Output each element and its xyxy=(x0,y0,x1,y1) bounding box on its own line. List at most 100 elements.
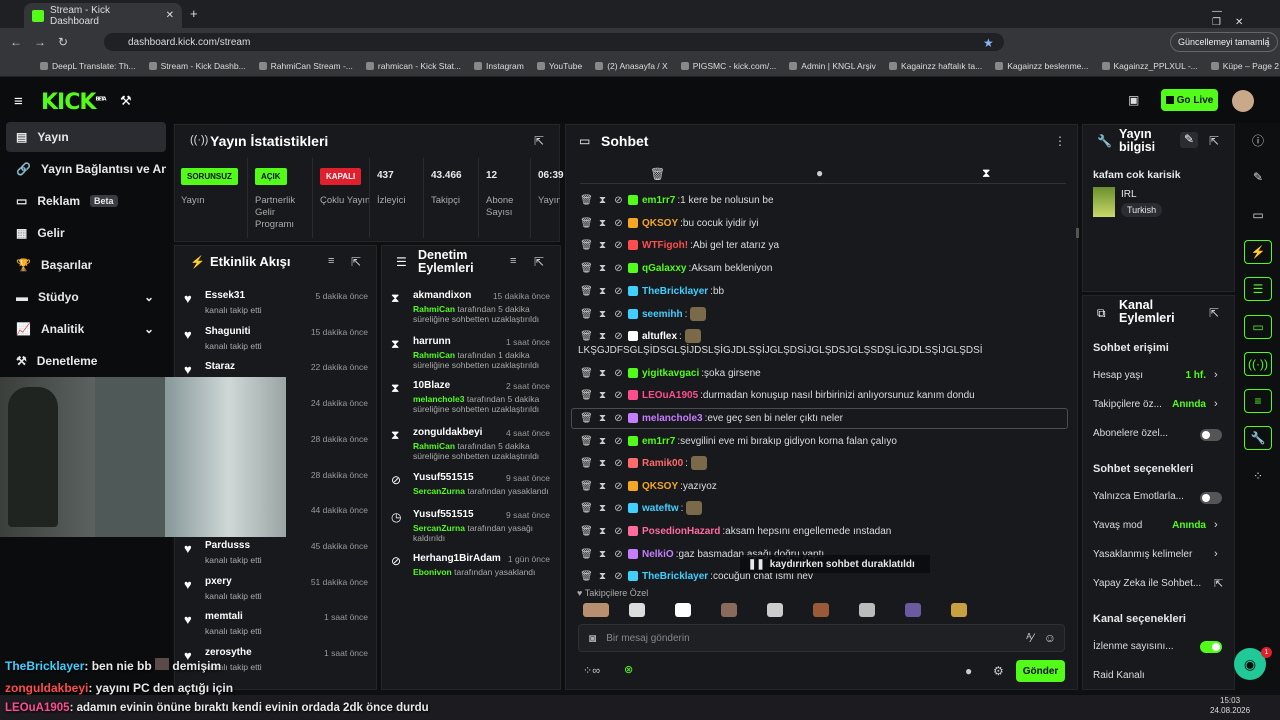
chat-gear-icon[interactable]: ⚙ xyxy=(993,664,1004,678)
ban-icon[interactable]: ⊘ xyxy=(612,549,625,560)
mod-by[interactable]: RahmiCan xyxy=(413,441,455,451)
ban-icon[interactable]: ⊘ xyxy=(612,458,625,469)
emote-option[interactable] xyxy=(583,603,609,617)
sidebar-item-2[interactable]: ▭ Reklam Beta xyxy=(6,186,166,216)
timeout-icon[interactable]: ⧗ xyxy=(596,286,609,297)
chevron-right-icon[interactable]: › xyxy=(1214,398,1218,410)
hammer-icon[interactable]: ⚒ xyxy=(120,93,132,109)
mod-by[interactable]: SercanZurna xyxy=(413,523,465,533)
emote-only-toggle[interactable] xyxy=(1200,492,1222,504)
bookmark-item[interactable]: (2) Anasayfa / X xyxy=(595,61,668,71)
info-popout-icon[interactable]: ⇱ xyxy=(1209,134,1219,148)
url-field[interactable]: dashboard.kick.com/stream xyxy=(104,33,1004,51)
mod-by[interactable]: Ebonivon xyxy=(413,567,452,577)
timeout-icon[interactable]: ⧗ xyxy=(596,368,609,379)
ban-icon[interactable]: ⊘ xyxy=(612,263,625,274)
bookmark-item[interactable]: Kagainzz beslenme... xyxy=(995,61,1089,71)
timeout-icon[interactable]: ⧗ xyxy=(596,458,609,469)
browser-tab[interactable]: Stream - Kick Dashboard ✕ xyxy=(24,3,182,28)
activity-user[interactable]: memtali xyxy=(205,611,243,622)
ban-icon[interactable]: ⊘ xyxy=(612,503,625,514)
close-tab-icon[interactable]: ✕ xyxy=(166,10,174,21)
emote-option[interactable] xyxy=(951,603,967,617)
option-label[interactable]: Yalnızca Emotlarla... xyxy=(1093,491,1184,502)
sidebar-item-0[interactable]: ▤ Yayın xyxy=(6,122,166,152)
activity-popout-icon[interactable]: ⇱ xyxy=(351,255,361,269)
chevron-down-icon[interactable]: ⌄ xyxy=(144,290,154,304)
delete-message-icon[interactable]: 🗑 xyxy=(580,286,593,297)
ban-icon[interactable]: ⊘ xyxy=(612,218,625,229)
chat-username[interactable]: TheBricklayer xyxy=(642,571,708,582)
emote-option[interactable] xyxy=(675,603,691,617)
bookmark-star-icon[interactable]: ★ xyxy=(983,36,994,50)
timeout-icon[interactable]: ⧗ xyxy=(596,571,609,582)
chat-username[interactable]: wateftw xyxy=(642,503,679,514)
bookmark-item[interactable]: Kagainzz_PPLXUL -... xyxy=(1101,61,1198,71)
sidebar-item-7[interactable]: ⚒ Denetleme xyxy=(6,346,166,376)
option-label[interactable]: Yasaklanmış kelimeler xyxy=(1093,549,1192,560)
bookmark-item[interactable]: Kagainzz haftalık ta... xyxy=(888,61,982,71)
mod-list-icon[interactable]: ☰ xyxy=(1244,277,1272,302)
delete-message-icon[interactable]: 🗑 xyxy=(580,195,593,206)
sidebar-item-3[interactable]: ▦ Gelir xyxy=(6,218,166,248)
emoji-icon[interactable]: ☺ xyxy=(1044,631,1056,645)
infinity-icon[interactable]: ⁘∞ xyxy=(583,664,600,677)
delete-message-icon[interactable]: 🗑 xyxy=(580,526,593,537)
mod-user[interactable]: akmandixon xyxy=(413,290,471,301)
timeout-icon[interactable]: ⧗ xyxy=(596,263,609,274)
sidebar-item-4[interactable]: 🏆 Başarılar xyxy=(6,250,166,280)
option-label[interactable]: Yavaş mod xyxy=(1093,520,1142,531)
ban-icon[interactable]: ⊘ xyxy=(612,240,625,251)
new-tab-button[interactable]: + xyxy=(190,6,198,21)
action-label[interactable]: Abonelere özel... xyxy=(1093,428,1168,439)
bookmark-item[interactable]: RahmiCan Stream -... xyxy=(258,61,353,71)
more-icon[interactable]: ⁘ xyxy=(1244,464,1272,488)
action-value[interactable]: 1 hf. xyxy=(1160,370,1206,381)
ban-icon[interactable]: ⊘ xyxy=(612,571,625,582)
delete-message-icon[interactable]: 🗑 xyxy=(580,571,593,582)
ban-icon[interactable]: ⊘ xyxy=(612,286,625,297)
timeout-icon[interactable]: ⧗ xyxy=(596,240,609,251)
chat-username[interactable]: PosedionHazard xyxy=(642,526,720,537)
activity-user[interactable]: Essek31 xyxy=(205,290,245,301)
ban-icon[interactable]: ⊘ xyxy=(612,526,625,537)
delete-message-icon[interactable]: 🗑 xyxy=(580,331,593,342)
delete-message-icon[interactable]: 🗑 xyxy=(580,481,593,492)
emote-option[interactable] xyxy=(813,603,829,617)
hourglass-filter-icon[interactable]: ⧗ xyxy=(982,166,990,181)
timeout-icon[interactable]: ⧗ xyxy=(596,549,609,560)
bookmark-item[interactable]: YouTube xyxy=(536,61,582,71)
actions-popout-icon[interactable]: ⇱ xyxy=(1209,306,1219,320)
chat-scrollbar[interactable] xyxy=(1076,228,1079,238)
activity-user[interactable]: Staraz xyxy=(205,361,235,372)
ban-icon[interactable]: ⊘ xyxy=(612,195,625,206)
info-icon[interactable]: ⓘ xyxy=(1244,128,1272,152)
bookmark-item[interactable]: Admin | KNGL Arşiv xyxy=(789,61,876,71)
filter-icon[interactable]: ≡ xyxy=(328,255,334,267)
delete-message-icon[interactable]: 🗑 xyxy=(580,390,593,401)
bookmark-item[interactable]: PIGSMC - kick.com/... xyxy=(680,61,776,71)
activity-user[interactable]: Shaguniti xyxy=(205,326,251,337)
go-live-button[interactable]: Go Live xyxy=(1161,89,1218,111)
chat-settings-bubble-icon[interactable]: ● xyxy=(965,664,972,678)
emote-option[interactable] xyxy=(767,603,783,617)
popout-icon[interactable]: ⇱ xyxy=(534,134,544,148)
chevron-right-icon[interactable]: › xyxy=(1214,369,1218,381)
kick-badge-icon[interactable]: ⊗ xyxy=(624,663,633,676)
edit-pencil-icon[interactable]: ✎ xyxy=(1180,132,1198,148)
mod-by[interactable]: melanchole3 xyxy=(413,394,465,404)
delete-message-icon[interactable]: 🗑 xyxy=(580,218,593,229)
actions-icon[interactable]: ≡ xyxy=(1244,389,1272,414)
chat-username[interactable]: LEOuA1905 xyxy=(642,390,698,401)
hamburger-icon[interactable]: ≡ xyxy=(14,93,23,110)
chat-bubble-filter-icon[interactable]: ● xyxy=(816,166,823,180)
mod-by[interactable]: SercanZurna xyxy=(413,486,465,496)
chat-input[interactable]: ◙ Bir mesaj gönderin ᴬ⁄ ☺ xyxy=(578,624,1065,652)
chat-menu-icon[interactable]: ⋮ xyxy=(1054,134,1066,148)
mod-popout-icon[interactable]: ⇱ xyxy=(534,255,544,269)
translate-icon[interactable]: ᴬ⁄ xyxy=(1026,631,1033,645)
timeout-icon[interactable]: ⧗ xyxy=(596,331,609,342)
chevron-right-icon[interactable]: › xyxy=(1214,548,1218,560)
timeout-icon[interactable]: ⧗ xyxy=(596,481,609,492)
delete-message-icon[interactable]: 🗑 xyxy=(580,240,593,251)
